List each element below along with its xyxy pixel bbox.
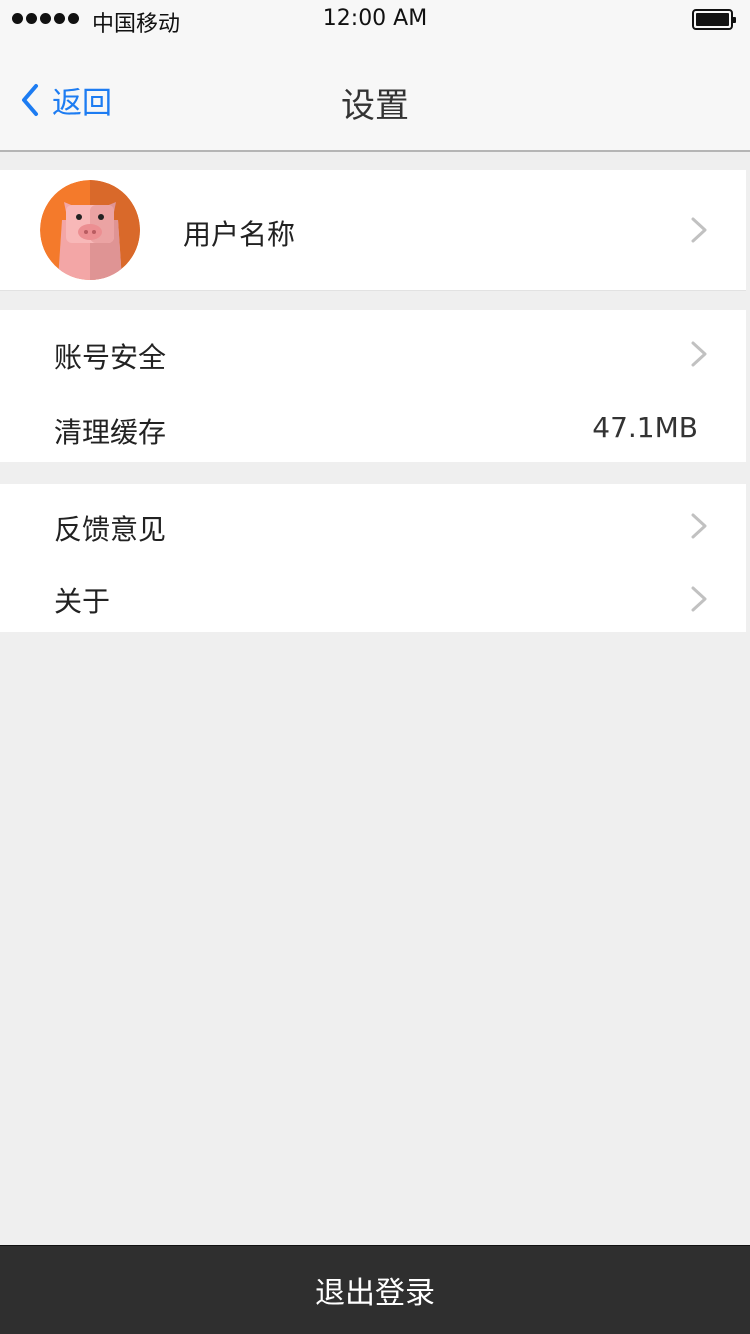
profile-row[interactable]: 用户名称 bbox=[0, 170, 746, 291]
feedback-label: 反馈意见 bbox=[54, 513, 167, 546]
settings-group-account: 账号安全 清理缓存 47.1MB bbox=[0, 310, 746, 462]
chevron-right-icon bbox=[691, 586, 707, 612]
about-row[interactable]: 关于 bbox=[0, 558, 746, 632]
pig-avatar-icon bbox=[40, 180, 140, 280]
clear-cache-row[interactable]: 清理缓存 47.1MB bbox=[0, 386, 746, 462]
about-label: 关于 bbox=[54, 585, 111, 618]
page-title: 设置 bbox=[341, 86, 409, 126]
avatar bbox=[40, 180, 140, 280]
status-time: 12:00 AM bbox=[322, 6, 428, 31]
clear-cache-label: 清理缓存 bbox=[54, 416, 167, 449]
chevron-right-icon bbox=[691, 217, 707, 243]
cache-size-value: 47.1MB bbox=[592, 411, 698, 444]
account-security-row[interactable]: 账号安全 bbox=[0, 310, 746, 386]
battery-icon bbox=[692, 9, 736, 30]
navigation-bar: 返回 设置 bbox=[0, 40, 750, 152]
status-bar: 中国移动 12:00 AM bbox=[0, 0, 750, 40]
chevron-right-icon bbox=[691, 513, 707, 539]
account-security-label: 账号安全 bbox=[54, 341, 167, 374]
settings-group-info: 反馈意见 关于 bbox=[0, 484, 746, 632]
logout-label: 退出登录 bbox=[315, 1276, 435, 1311]
logout-button[interactable]: 退出登录 bbox=[0, 1245, 750, 1334]
username-label: 用户名称 bbox=[183, 218, 296, 251]
chevron-right-icon bbox=[691, 341, 707, 367]
feedback-row[interactable]: 反馈意见 bbox=[0, 484, 746, 558]
